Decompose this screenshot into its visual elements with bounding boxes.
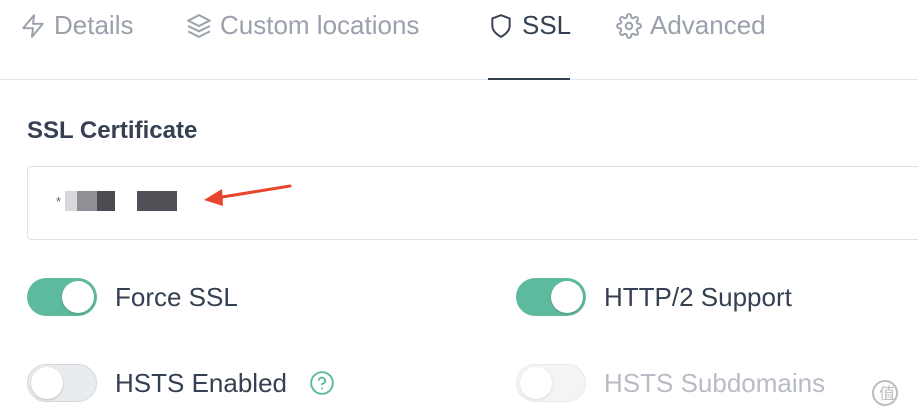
tab-advanced[interactable]: Advanced <box>616 0 766 79</box>
toggle-knob <box>551 281 583 313</box>
annotation-arrow <box>204 184 292 206</box>
tab-bar: Details Custom locations SSL Advanced <box>0 0 918 80</box>
watermark-icon: 值 <box>872 380 898 406</box>
bolt-icon <box>20 13 46 39</box>
redaction-block <box>97 191 116 211</box>
ssl-certificate-select[interactable]: * <box>27 166 918 240</box>
hsts-subdomains-label: HSTS Subdomains <box>604 367 826 398</box>
toggle-knob <box>520 367 552 399</box>
tab-custom-locations-label: Custom locations <box>220 10 420 40</box>
svg-text:值: 值 <box>879 384 895 403</box>
certificate-value-text: * <box>56 193 62 209</box>
http2-support-toggle[interactable] <box>516 278 586 316</box>
tab-advanced-label: Advanced <box>650 10 766 40</box>
layers-icon <box>186 13 212 39</box>
hsts-subdomains-row: HSTS Subdomains <box>516 364 825 402</box>
redaction-block <box>137 191 178 211</box>
tab-details[interactable]: Details <box>20 0 133 79</box>
hsts-enabled-label: HSTS Enabled <box>115 367 287 398</box>
tab-custom-locations[interactable]: Custom locations <box>186 0 419 79</box>
hsts-enabled-toggle[interactable] <box>27 364 97 402</box>
redaction-block <box>115 191 138 211</box>
tab-ssl[interactable]: SSL <box>488 0 572 80</box>
force-ssl-row: Force SSL <box>27 278 238 316</box>
toggle-knob <box>62 281 94 313</box>
tab-details-label: Details <box>54 10 134 40</box>
ssl-certificate-label: SSL Certificate <box>27 117 198 144</box>
redaction-block <box>77 191 98 211</box>
ssl-certificate-value: * <box>56 191 178 211</box>
help-circle-icon[interactable] <box>309 370 335 396</box>
shield-icon <box>488 13 514 39</box>
redaction-block <box>65 191 78 211</box>
http2-support-row: HTTP/2 Support <box>516 278 792 316</box>
force-ssl-toggle[interactable] <box>27 278 97 316</box>
active-tab-indicator <box>488 78 570 80</box>
hsts-subdomains-toggle[interactable] <box>516 364 586 402</box>
watermark-logo: 值 <box>870 378 910 408</box>
hsts-enabled-row: HSTS Enabled <box>27 364 335 402</box>
toggle-knob <box>31 367 63 399</box>
http2-support-label: HTTP/2 Support <box>604 281 792 312</box>
tab-ssl-label: SSL <box>522 10 572 40</box>
gear-icon <box>616 12 642 39</box>
force-ssl-label: Force SSL <box>115 281 238 312</box>
